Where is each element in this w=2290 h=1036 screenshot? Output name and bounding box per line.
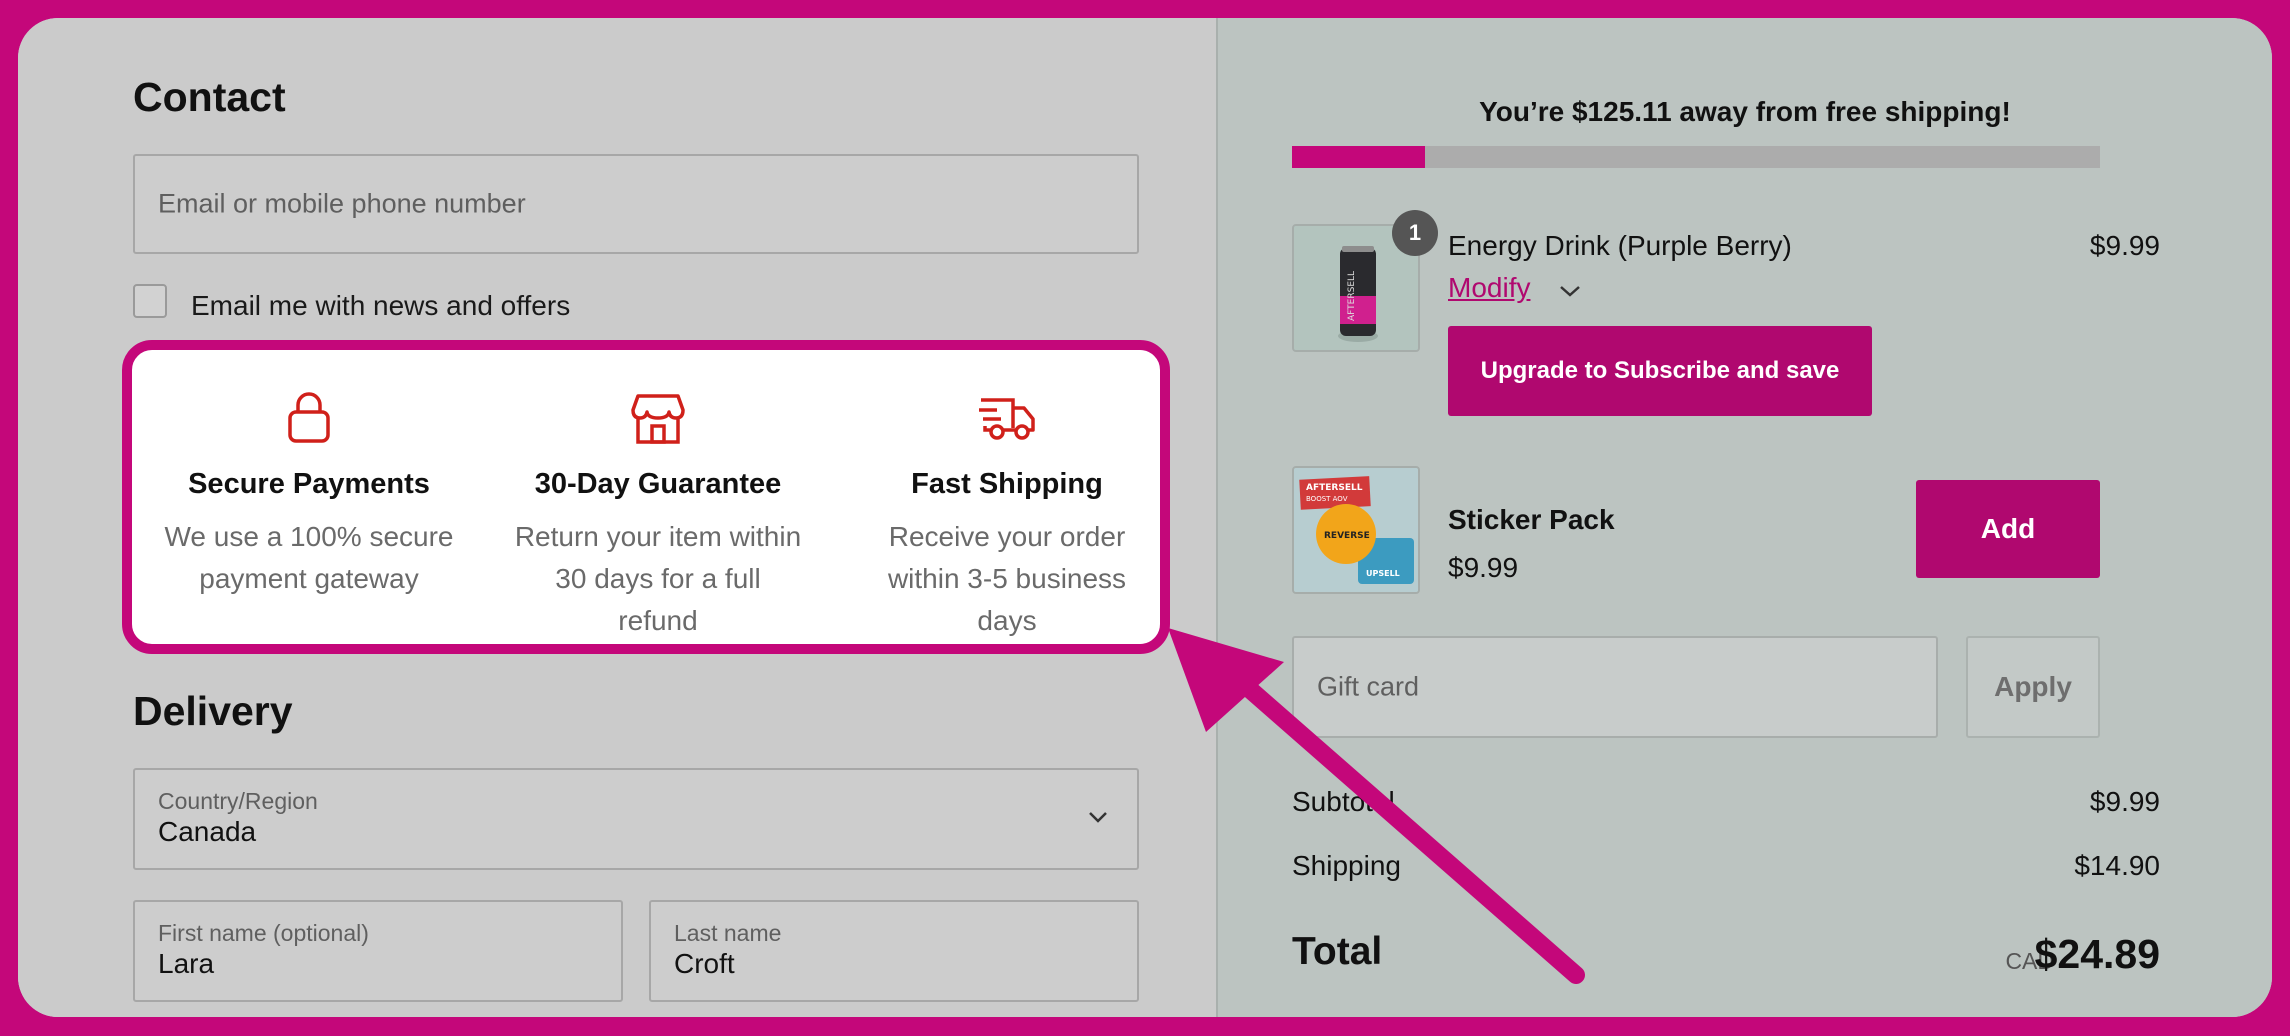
upgrade-subscribe-button[interactable]: Upgrade to Subscribe and save [1448, 326, 1872, 416]
sticker-pack-thumbnail: AFTERSELL BOOST AOV REVERSE UPSELL [1292, 466, 1420, 594]
shipping-value: $14.90 [2074, 850, 2160, 881]
trust-desc-line: Receive your order [888, 521, 1126, 552]
total-value: $24.89 [2034, 931, 2160, 977]
trust-description: Return your item within 30 days for a fu… [483, 516, 833, 642]
quantity-badge: 1 [1392, 210, 1438, 256]
item-price: $9.99 [2089, 230, 2160, 261]
trust-title: Secure Payments [188, 468, 430, 500]
first-name-field[interactable]: First name (optional) Lara [133, 900, 623, 1002]
trust-desc-line: within 3-5 business [887, 563, 1127, 594]
upsell-price: $9.99 [1448, 552, 1519, 583]
subtotal-value: $9.99 [2089, 786, 2160, 817]
add-upsell-button[interactable]: Add [1916, 480, 2100, 578]
svg-text:AFTERSELL: AFTERSELL [1347, 271, 1357, 321]
trust-description: We use a 100% secure payment gateway [134, 516, 484, 600]
gift-card-input[interactable]: Gift card [1292, 636, 1938, 738]
newsletter-checkbox[interactable] [133, 284, 167, 318]
chevron-down-icon[interactable] [1558, 284, 1582, 303]
trust-title: Fast Shipping [911, 468, 1103, 500]
country-label: Country/Region [158, 788, 318, 814]
upsell-name: Sticker Pack [1448, 504, 1615, 535]
delivery-heading: Delivery [133, 688, 293, 734]
modify-link[interactable]: Modify [1448, 272, 1530, 304]
trust-desc-line: Return your item within [514, 521, 802, 552]
trust-description: Receive your order within 3-5 business d… [832, 516, 1182, 642]
first-name-label: First name (optional) [158, 920, 369, 946]
free-shipping-message: You’re $125.11 away from free shipping! [1479, 96, 2011, 127]
trust-desc-line: days [977, 605, 1037, 636]
trust-desc-line: 30 days for a full [555, 563, 761, 594]
lock-icon [286, 392, 332, 449]
sticker-text: BOOST AOV [1306, 495, 1348, 503]
delivery-truck-icon [977, 392, 1037, 449]
checkout-window: Contact Email or mobile phone number Ema… [18, 18, 2272, 1017]
chevron-down-icon [1087, 810, 1109, 829]
sticker-text: AFTERSELL [1306, 483, 1363, 493]
trust-desc-line: refund [618, 605, 698, 636]
item-name: Energy Drink (Purple Berry) [1448, 230, 1792, 261]
first-name-value: Lara [158, 948, 215, 979]
gift-card-placeholder: Gift card [1317, 671, 1420, 702]
email-field[interactable]: Email or mobile phone number [133, 154, 1139, 254]
store-icon [630, 392, 686, 451]
trust-desc-line: We use a 100% secure [164, 521, 454, 552]
country-select[interactable]: Country/Region Canada [133, 768, 1139, 870]
contact-heading: Contact [133, 74, 286, 120]
order-summary-panel: You’re $125.11 away from free shipping! … [1216, 18, 2272, 1017]
total-label: Total [1292, 930, 1383, 973]
trust-title: 30-Day Guarantee [534, 468, 782, 500]
last-name-value: Croft [674, 948, 735, 979]
checkout-form-panel: Contact Email or mobile phone number Ema… [18, 18, 1216, 1017]
last-name-label: Last name [674, 920, 782, 946]
last-name-field[interactable]: Last name Croft [649, 900, 1139, 1002]
newsletter-label: Email me with news and offers [191, 290, 571, 321]
trust-desc-line: payment gateway [199, 563, 419, 594]
sticker-text: REVERSE [1324, 531, 1370, 541]
free-shipping-progress-bar [1292, 146, 2100, 168]
shipping-label: Shipping [1292, 850, 1401, 881]
sticker-text: UPSELL [1366, 569, 1400, 578]
country-value: Canada [158, 816, 257, 847]
progress-fill [1292, 146, 1426, 168]
subtotal-label: Subtotal [1292, 786, 1395, 817]
email-placeholder: Email or mobile phone number [158, 188, 526, 219]
trust-badges-panel: Secure Payments We use a 100% secure pay… [122, 340, 1170, 654]
apply-button[interactable]: Apply [1966, 636, 2100, 738]
